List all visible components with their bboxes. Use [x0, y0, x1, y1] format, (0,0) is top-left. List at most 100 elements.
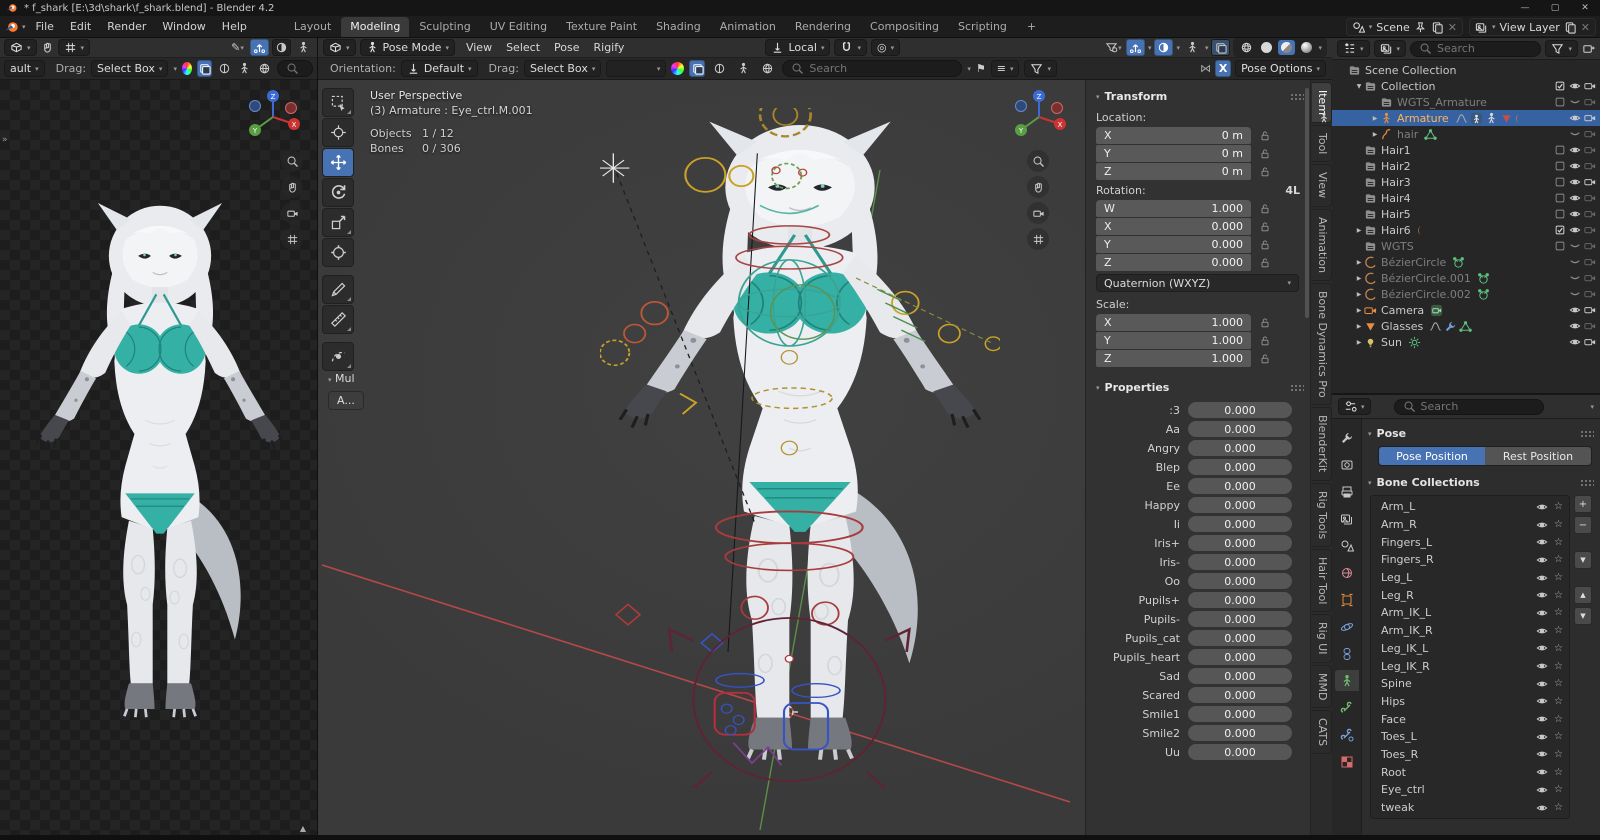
properties-tab-texture[interactable]: [1335, 751, 1359, 772]
solo-star-icon[interactable]: ☆: [1554, 537, 1563, 548]
drag-select-dropdown[interactable]: Select Box ▾: [523, 60, 602, 77]
selectability-checkbox[interactable]: [1554, 96, 1566, 108]
disclosure-arrow-icon[interactable]: ▶: [1354, 339, 1364, 346]
solo-star-icon[interactable]: ☆: [1554, 802, 1563, 813]
pose-xray-icon[interactable]: [1183, 39, 1202, 56]
move-tool[interactable]: [322, 148, 354, 177]
grid-ortho-icon[interactable]: [281, 228, 303, 250]
workspace-tab-texture-paint[interactable]: Texture Paint: [557, 17, 646, 37]
pose-panel-header[interactable]: ▾ Pose: [1368, 427, 1594, 440]
close-button[interactable]: ✕: [1570, 0, 1600, 16]
lock-icon[interactable]: [1259, 257, 1271, 269]
solo-star-icon[interactable]: ☆: [1554, 519, 1563, 530]
n-panel-tab-view[interactable]: View: [1312, 164, 1332, 207]
panel-drag-dots[interactable]: [1580, 478, 1594, 487]
filter-toggle-2[interactable]: [710, 60, 729, 77]
visibility-eye-icon[interactable]: [1536, 713, 1548, 725]
outliner-row-b-ziercircle-001[interactable]: ▶ BézierCircle.001: [1332, 270, 1600, 286]
rotation-w-field[interactable]: W 1.000: [1096, 200, 1251, 217]
shape-key-value-field[interactable]: 0.000: [1188, 497, 1292, 513]
shape-key-value-field[interactable]: 0.000: [1188, 649, 1292, 665]
workspace-tab-rendering[interactable]: Rendering: [786, 17, 860, 37]
empty-dropdown[interactable]: ▾: [606, 60, 667, 77]
visibility-eye-icon[interactable]: [1536, 802, 1548, 814]
selectability-checkbox[interactable]: [1554, 160, 1566, 172]
bone-collection-row-face[interactable]: Face ☆: [1371, 710, 1569, 728]
shading-material-preview[interactable]: [1278, 40, 1296, 55]
visibility-eye-icon[interactable]: [1536, 660, 1548, 672]
location-z-field[interactable]: Z0 m: [1096, 163, 1251, 180]
visibility-eye-icon[interactable]: [1536, 501, 1548, 513]
hide-viewport-icon[interactable]: [1569, 192, 1581, 204]
disclosure-arrow-icon[interactable]: ▶: [1354, 291, 1364, 298]
blender-menu-icon[interactable]: [4, 20, 20, 34]
disclosure-arrow-icon[interactable]: ▼: [1354, 83, 1364, 90]
outliner-row-hair2[interactable]: Hair2: [1332, 158, 1600, 174]
disable-render-icon[interactable]: [1584, 160, 1596, 172]
shape-key-value-field[interactable]: 0.000: [1188, 535, 1292, 551]
disable-render-icon[interactable]: [1584, 256, 1596, 268]
outliner-row-b-ziercircle-002[interactable]: ▶ BézierCircle.002: [1332, 286, 1600, 302]
scale-y-field[interactable]: Y 1.000: [1096, 332, 1251, 349]
left-viewport-canvas[interactable]: Z Y X » ▲: [0, 80, 317, 835]
panel-drag-dots[interactable]: [1290, 383, 1304, 392]
properties-tab-object-constraints[interactable]: [1335, 643, 1359, 664]
menu-window[interactable]: Window: [154, 18, 213, 35]
solo-star-icon[interactable]: ☆: [1554, 501, 1563, 512]
pose-position-button[interactable]: Pose Position: [1379, 447, 1485, 465]
visibility-eye-icon[interactable]: [1536, 554, 1548, 566]
shading-rendered[interactable]: [1298, 40, 1315, 55]
tool-search[interactable]: [276, 60, 313, 77]
filter-toggle-1[interactable]: [689, 60, 706, 77]
lock-icon[interactable]: [1259, 130, 1271, 142]
visibility-eye-icon[interactable]: [1536, 589, 1548, 601]
filter-toggle-2[interactable]: [217, 60, 232, 77]
rotation-x-field[interactable]: X 0.000: [1096, 218, 1251, 235]
n-panel-tab-bone-dynamics-pro[interactable]: Bone Dynamics Pro: [1312, 282, 1332, 406]
pan-hand-icon[interactable]: [281, 176, 303, 198]
outliner-row-camera[interactable]: ▶ Camera: [1332, 302, 1600, 318]
filter-dropdown[interactable]: ▾: [1545, 40, 1578, 57]
navigation-gizmo[interactable]: Z Y X: [1008, 86, 1070, 148]
disclosure-arrow-icon[interactable]: ▶: [1354, 259, 1364, 266]
shape-key-value-field[interactable]: 0.000: [1188, 478, 1292, 494]
properties-tab-bone-constraint[interactable]: [1335, 724, 1359, 745]
editor-type-dropdown[interactable]: ▾: [1337, 40, 1370, 57]
pan-hand-icon[interactable]: [1027, 176, 1049, 198]
n-panel-tab-animation[interactable]: Animation: [1312, 208, 1332, 281]
show-overlays-toggle[interactable]: [272, 39, 291, 56]
toggle-xray-button[interactable]: [1211, 39, 1231, 56]
hide-viewport-icon[interactable]: [1569, 160, 1581, 172]
scale-x-field[interactable]: X 1.000: [1096, 314, 1251, 331]
shading-solid[interactable]: [1258, 40, 1275, 55]
maximize-button[interactable]: ▢: [1540, 0, 1570, 16]
collapsed-a-button[interactable]: A...: [328, 391, 364, 410]
outliner-row-hair1[interactable]: Hair1: [1332, 142, 1600, 158]
bone-collection-row-toes_r[interactable]: Toes_R ☆: [1371, 746, 1569, 764]
outliner-row-hair[interactable]: ▶ hair: [1332, 126, 1600, 142]
menu-edit[interactable]: Edit: [62, 18, 99, 35]
workspace-tab-compositing[interactable]: Compositing: [861, 17, 948, 37]
shape-key-value-field[interactable]: 0.000: [1188, 573, 1292, 589]
transform-orientation-dropdown[interactable]: Local ▾: [765, 39, 831, 56]
pose-options-dropdown[interactable]: Pose Options ▾: [1235, 60, 1326, 77]
add-workspace-button[interactable]: +: [1018, 17, 1045, 37]
outliner-row-hair6[interactable]: ▶ Hair6: [1332, 222, 1600, 238]
editor-type-dropdown[interactable]: ▾: [323, 39, 356, 56]
unlink-scene-icon[interactable]: ✕: [1448, 21, 1457, 34]
view-layer-selector[interactable]: ▾ View Layer ✕: [1468, 18, 1596, 36]
add-collection-button[interactable]: +: [1574, 495, 1592, 513]
new-scene-icon[interactable]: [1431, 21, 1444, 34]
scale-tool[interactable]: [322, 208, 354, 237]
properties-tab-scene[interactable]: [1335, 535, 1359, 556]
move-up-button[interactable]: ▲: [1574, 586, 1592, 604]
solo-star-icon[interactable]: ☆: [1554, 607, 1563, 618]
workspace-tab-layout[interactable]: Layout: [285, 17, 340, 37]
properties-tab-object[interactable]: [1335, 589, 1359, 610]
measure-tool[interactable]: [322, 305, 354, 334]
location-x-field[interactable]: X0 m: [1096, 127, 1251, 144]
transform-panel-header[interactable]: ▾ Transform: [1096, 90, 1304, 103]
filter-toggle-3[interactable]: [237, 60, 252, 77]
menu-help[interactable]: Help: [214, 18, 255, 35]
selectability-checkbox[interactable]: [1554, 80, 1566, 92]
